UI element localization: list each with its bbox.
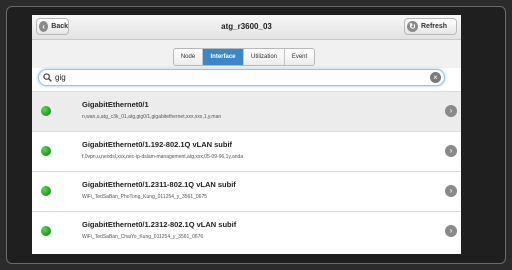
tab-event[interactable]: Event xyxy=(285,49,314,65)
list-item[interactable]: GigabitEthernet0/1.192-802.1Q vLAN subif… xyxy=(32,131,461,171)
back-label: Back xyxy=(51,23,68,30)
interface-name: GigabitEthernet0/1 xyxy=(82,100,149,109)
header-bar: ‹ Back atg_r3600_03 ↻ Refresh xyxy=(32,15,461,40)
list-item[interactable]: GigabitEthernet0/1.2312-802.1Q vLAN subi… xyxy=(32,211,461,251)
interface-description: WiFi_TedSaBan_PhoTong_Kung_011254_y_3561… xyxy=(82,194,208,200)
chevron-right-icon[interactable]: › xyxy=(445,185,457,197)
search-input[interactable] xyxy=(55,71,425,84)
interface-description: n,wan,u,atg_c3k_01,atg,gig0/1,gigabiteth… xyxy=(82,114,222,120)
status-up-icon xyxy=(41,226,51,236)
tab-bar: Node Interface Utilization Event xyxy=(32,40,461,68)
status-up-icon xyxy=(41,186,51,196)
search-icon xyxy=(43,73,52,82)
list-item[interactable]: GigabitEthernet0/1.2311-802.1Q vLAN subi… xyxy=(32,171,461,211)
segmented-tabs: Node Interface Utilization Event xyxy=(173,48,315,66)
interface-name: GigabitEthernet0/1.2312-802.1Q vLAN subi… xyxy=(82,220,237,229)
interface-list: GigabitEthernet0/1 n,wan,u,atg_c3k_01,at… xyxy=(32,91,461,251)
refresh-label: Refresh xyxy=(421,23,448,30)
search-box: × xyxy=(38,69,445,86)
tab-interface[interactable]: Interface xyxy=(203,49,244,65)
tab-utilization[interactable]: Utilization xyxy=(244,49,285,65)
interface-description: WiFi_TedSaBan_ChaiYo_Kung_011254_y_3561_… xyxy=(82,234,204,240)
clear-search-icon[interactable]: × xyxy=(430,72,441,83)
tab-node[interactable]: Node xyxy=(174,49,203,65)
list-item[interactable]: GigabitEthernet0/1 n,wan,u,atg_c3k_01,at… xyxy=(32,91,461,131)
app-screen: ‹ Back atg_r3600_03 ↻ Refresh Node Inter… xyxy=(32,15,461,254)
back-button[interactable]: ‹ Back xyxy=(36,18,69,35)
chevron-right-icon[interactable]: › xyxy=(445,105,457,117)
interface-name: GigabitEthernet0/1.192-802.1Q vLAN subif xyxy=(82,140,233,149)
status-up-icon xyxy=(41,106,51,116)
page-title: atg_r3600_03 xyxy=(221,22,272,31)
interface-description: f,0vpn,u,neodsl,xxx,nec-ip-dslam-managem… xyxy=(82,154,244,160)
refresh-button[interactable]: ↻ Refresh xyxy=(404,18,457,35)
chevron-right-icon[interactable]: › xyxy=(445,145,457,157)
refresh-icon: ↻ xyxy=(407,21,418,32)
back-arrow-icon: ‹ xyxy=(39,21,49,32)
chevron-right-icon[interactable]: › xyxy=(445,225,457,237)
status-up-icon xyxy=(41,146,51,156)
interface-name: GigabitEthernet0/1.2311-802.1Q vLAN subi… xyxy=(82,180,236,189)
